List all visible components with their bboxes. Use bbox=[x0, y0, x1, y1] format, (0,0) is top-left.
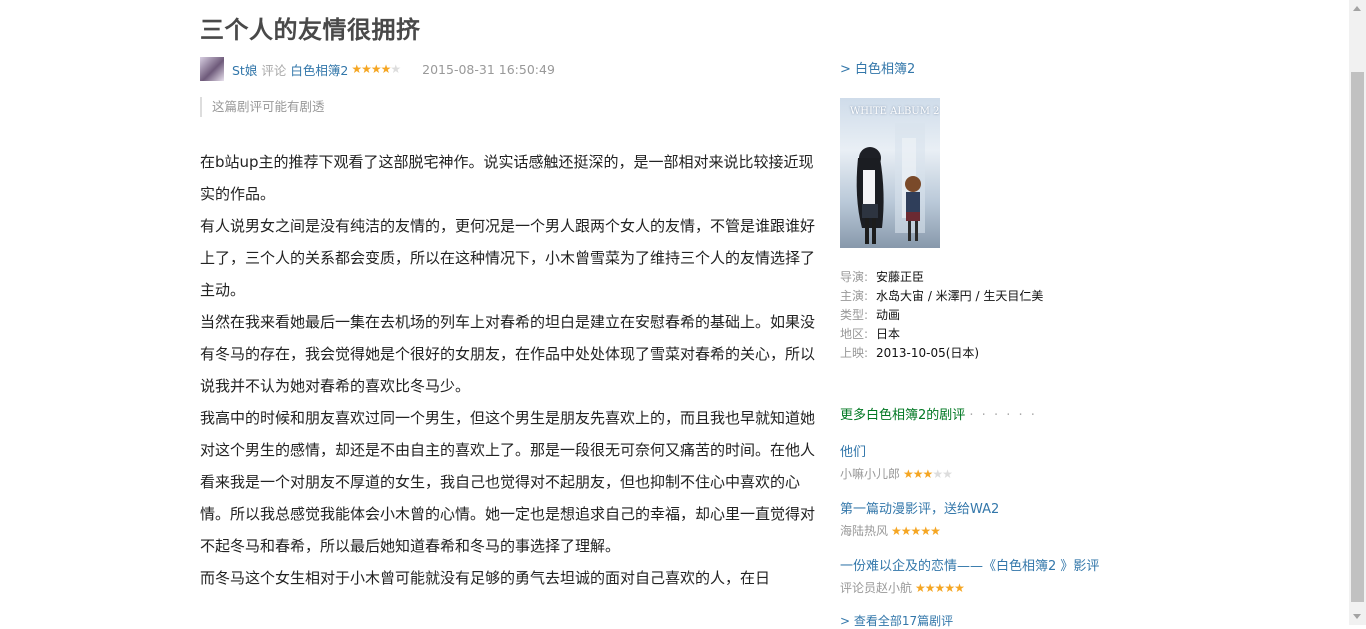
info-label: 地区: bbox=[840, 327, 869, 341]
star-filled-icon: ★ bbox=[915, 581, 926, 595]
info-value: 水岛大宙 / 米澤円 / 生天目仁美 bbox=[876, 289, 1044, 303]
star-filled-icon: ★ bbox=[930, 524, 941, 538]
rating-stars: ★★★★★ bbox=[891, 524, 941, 538]
rating-stars: ★★★★★ bbox=[903, 467, 953, 481]
subject-info: 导演: 安藤正臣 主演: 水岛大宙 / 米澤円 / 生天目仁美 类型: 动画 地… bbox=[840, 268, 1043, 363]
star-filled-icon: ★ bbox=[944, 581, 955, 595]
star-filled-icon: ★ bbox=[912, 467, 924, 481]
info-value: 日本 bbox=[876, 327, 901, 341]
review-meta: St娘 评论 白色相簿2 ★★★★★ 2015-08-31 16:50:49 bbox=[200, 56, 555, 82]
review-time: 2015-08-31 16:50:49 bbox=[422, 61, 555, 77]
info-region: 地区: 日本 bbox=[840, 325, 1043, 344]
rating-stars: ★★★★★ bbox=[351, 62, 401, 76]
scroll-up-arrow-icon[interactable] bbox=[1349, 0, 1366, 17]
related-review-author[interactable]: 海陆热风 bbox=[840, 524, 888, 538]
info-cast: 主演: 水岛大宙 / 米澤円 / 生天目仁美 bbox=[840, 287, 1043, 306]
star-filled-icon: ★ bbox=[922, 467, 934, 481]
star-filled-icon: ★ bbox=[351, 62, 362, 76]
review-paragraph: 在b站up主的推荐下观看了这部脱宅神作。说实话感触还挺深的，是一部相对来说比较接… bbox=[200, 153, 814, 203]
review-paragraph: 而冬马这个女生相对于小木曾可能就没有足够的勇气去坦诚的面对自己喜欢的人，在日 bbox=[200, 569, 771, 587]
more-reviews-title: 更多白色相簿2的剧评 bbox=[840, 408, 966, 423]
star-filled-icon: ★ bbox=[934, 581, 946, 595]
scrollbar-thumb[interactable] bbox=[1351, 72, 1364, 602]
related-review-title[interactable]: 他们 bbox=[840, 441, 952, 460]
star-filled-icon: ★ bbox=[954, 581, 965, 595]
info-label: 类型: bbox=[840, 308, 869, 322]
star-filled-icon: ★ bbox=[370, 62, 382, 76]
star-filled-icon: ★ bbox=[924, 581, 936, 595]
sidebar-subject-link[interactable]: > 白色相簿2 bbox=[840, 58, 915, 77]
related-review-meta: 小嘛小儿郎 ★★★★★ bbox=[840, 465, 953, 482]
info-genre: 类型: 动画 bbox=[840, 306, 1043, 325]
info-value: 安藤正臣 bbox=[876, 270, 925, 284]
related-review-title[interactable]: 第一篇动漫影评，送给WA2 bbox=[840, 498, 999, 517]
info-value: 2013-10-05(日本) bbox=[876, 346, 980, 360]
review-action-label: 评论 bbox=[261, 62, 287, 78]
review-paragraph: 有人说男女之间是没有纯洁的友情的，更何况是一个男人跟两个女人的友情，不管是谁跟谁… bbox=[200, 217, 816, 299]
review-title: 三个人的友情很拥挤 bbox=[200, 16, 421, 44]
info-release: 上映: 2013-10-05(日本) bbox=[840, 344, 1043, 363]
star-empty-icon: ★ bbox=[942, 467, 953, 481]
avatar[interactable] bbox=[200, 57, 224, 81]
related-review-meta: 评论员赵小航 ★★★★★ bbox=[840, 579, 1099, 596]
info-label: 主演: bbox=[840, 289, 869, 303]
related-review-title[interactable]: 一份难以企及的恋情——《白色相簿2 》影评 bbox=[840, 555, 1099, 574]
scroll-down-arrow-icon[interactable] bbox=[1349, 608, 1366, 625]
star-filled-icon: ★ bbox=[903, 467, 914, 481]
rating-stars: ★★★★★ bbox=[915, 581, 965, 595]
related-review-meta: 海陆热风 ★★★★★ bbox=[840, 522, 999, 539]
review-body: 在b站up主的推荐下观看了这部脱宅神作。说实话感触还挺深的，是一部相对来说比较接… bbox=[200, 146, 820, 594]
related-review: 第一篇动漫影评，送给WA2 海陆热风 ★★★★★ bbox=[840, 498, 999, 539]
info-director: 导演: 安藤正臣 bbox=[840, 268, 1043, 287]
vertical-scrollbar[interactable] bbox=[1349, 0, 1366, 625]
star-empty-icon: ★ bbox=[390, 62, 401, 76]
star-filled-icon: ★ bbox=[910, 524, 922, 538]
review-paragraph: 我高中的时候和朋友喜欢过同一个男生，但这个男生是朋友先喜欢上的，而且我也早就知道… bbox=[200, 409, 816, 555]
subject-link[interactable]: 白色相簿2 bbox=[290, 60, 348, 79]
info-label: 导演: bbox=[840, 270, 869, 284]
info-label: 上映: bbox=[840, 346, 869, 360]
star-filled-icon: ★ bbox=[891, 524, 902, 538]
subject-poster[interactable]: WHITE ALBUM 2 bbox=[840, 98, 940, 248]
author-link[interactable]: St娘 bbox=[232, 60, 257, 79]
more-reviews-dots: · · · · · · bbox=[969, 408, 1037, 423]
related-review-author[interactable]: 小嘛小儿郎 bbox=[840, 467, 900, 481]
star-filled-icon: ★ bbox=[361, 62, 372, 76]
more-reviews-heading: 更多白色相簿2的剧评 · · · · · · bbox=[840, 404, 1037, 423]
spoiler-notice: 这篇剧评可能有剧透 bbox=[200, 97, 325, 117]
star-filled-icon: ★ bbox=[900, 524, 912, 538]
star-empty-icon: ★ bbox=[932, 467, 943, 481]
review-paragraph: 当然在我来看她最后一集在去机场的列车上对春希的坦白是建立在安慰春希的基础上。如果… bbox=[200, 313, 816, 395]
star-filled-icon: ★ bbox=[380, 62, 392, 76]
related-review-author[interactable]: 评论员赵小航 bbox=[840, 581, 912, 595]
view-all-reviews-link[interactable]: > 查看全部17篇剧评 bbox=[840, 612, 953, 629]
related-review: 一份难以企及的恋情——《白色相簿2 》影评 评论员赵小航 ★★★★★ bbox=[840, 555, 1099, 596]
related-review: 他们 小嘛小儿郎 ★★★★★ bbox=[840, 441, 953, 482]
info-value: 动画 bbox=[876, 308, 901, 322]
star-filled-icon: ★ bbox=[920, 524, 931, 538]
poster-artwork-icon bbox=[856, 123, 925, 244]
